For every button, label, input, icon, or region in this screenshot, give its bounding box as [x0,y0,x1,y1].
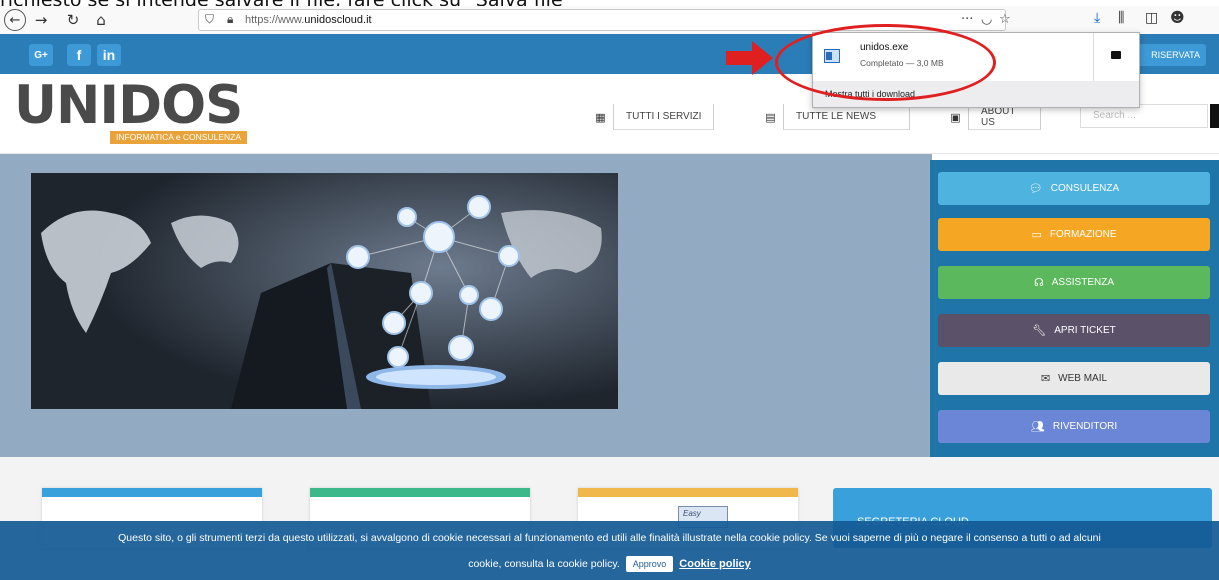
pocket-icon[interactable]: ◡ [981,12,992,27]
consulenza-button[interactable]: 💬︎ CONSULENZA [938,172,1210,205]
rivenditori-label: RIVENDITORI [1052,421,1118,432]
card-bar [42,488,262,497]
service-sidebar: 💬︎ CONSULENZA ▭ FORMAZIONE ☊ ASSISTENZA 🔧︎ A… [930,160,1219,457]
unidos-logo[interactable]: UNIDOS INFORMATICA e CONSULENZA [14,75,247,144]
browser-toolbar: ← → ↻ ⌂ ⛉ 🔒︎ https://www.unidoscloud.it … [0,6,1219,34]
sidebar-icon[interactable]: ◫ [1145,10,1158,26]
headset-icon: ☊ [1033,276,1044,289]
hero-banner [0,154,932,457]
googleplus-icon[interactable]: G+ [29,44,53,66]
assistenza-button[interactable]: ☊ ASSISTENZA [938,266,1210,299]
consulenza-label: CONSULENZA [1050,183,1120,194]
bookmark-star-icon[interactable]: ☆ [999,12,1011,27]
formazione-label: FORMAZIONE [1049,229,1117,240]
grid-icon: ▦ [588,104,614,130]
nav-tutti-servizi[interactable]: ▦ TUTTI I SERVIZI [588,104,715,130]
divider [1093,33,1094,81]
card-bar [310,488,530,497]
home-icon[interactable]: ⌂ [90,9,112,31]
page-actions-icon[interactable]: ··· [961,12,973,27]
approve-button[interactable]: Approvo [625,556,674,572]
users-icon: 👥︎ [1030,420,1045,433]
rivenditori-button[interactable]: 👥︎ RIVENDITORI [938,410,1210,443]
url-text[interactable]: https://www.unidoscloud.it [245,14,372,26]
mail-icon: ✉ [1040,372,1051,385]
apri-ticket-button[interactable]: 🔧︎ APRI TICKET [938,314,1210,347]
linkedin-icon[interactable]: in [97,44,121,66]
back-icon[interactable]: ← [4,9,26,31]
downloads-icon[interactable]: ⤓ [1094,10,1100,26]
apri-ticket-label: APRI TICKET [1054,325,1116,336]
screenshot-root: richiesto se si intende salvare il file,… [0,0,1219,580]
card-bar [578,488,798,497]
reload-icon[interactable]: ↻ [62,9,84,31]
hero-image [31,173,618,409]
cookie-text-2: cookie, consulta la cookie policy. [468,558,620,570]
cookie-text: Questo sito, o gli strumenti terzi da qu… [118,532,1101,544]
nav-label: TUTTI I SERVIZI [614,104,715,130]
chat-icon: 💬︎ [1028,182,1043,195]
web-mail-button[interactable]: ✉ WEB MAIL [938,362,1210,395]
account-icon[interactable]: ☻ [1170,10,1185,26]
web-mail-label: WEB MAIL [1058,373,1108,384]
cookie-banner: Questo sito, o gli strumenti terzi da qu… [0,521,1219,580]
library-icon[interactable]: ⫼ [1118,10,1124,26]
logo-subtitle: INFORMATICA e CONSULENZA [110,131,247,144]
assistenza-label: ASSISTENZA [1051,277,1115,288]
highlight-ring [775,24,996,101]
folder-icon[interactable] [1111,51,1121,59]
forward-icon[interactable]: → [30,9,52,31]
hero-illustration [31,173,618,409]
monitor-icon: ▭ [1031,228,1042,241]
red-arrow-icon [726,41,773,75]
lock-icon[interactable]: 🔒︎ [227,12,233,27]
search-button[interactable] [1210,104,1219,128]
news-icon: ▤ [758,104,784,130]
logo-text: UNIDOS [14,75,243,136]
cookie-policy-link[interactable]: Cookie policy [679,558,751,570]
wrench-icon: 🔧︎ [1032,324,1047,337]
facebook-icon[interactable]: f [67,44,91,66]
formazione-button[interactable]: ▭ FORMAZIONE [938,218,1210,251]
shield-icon[interactable]: ⛉ [205,12,214,27]
